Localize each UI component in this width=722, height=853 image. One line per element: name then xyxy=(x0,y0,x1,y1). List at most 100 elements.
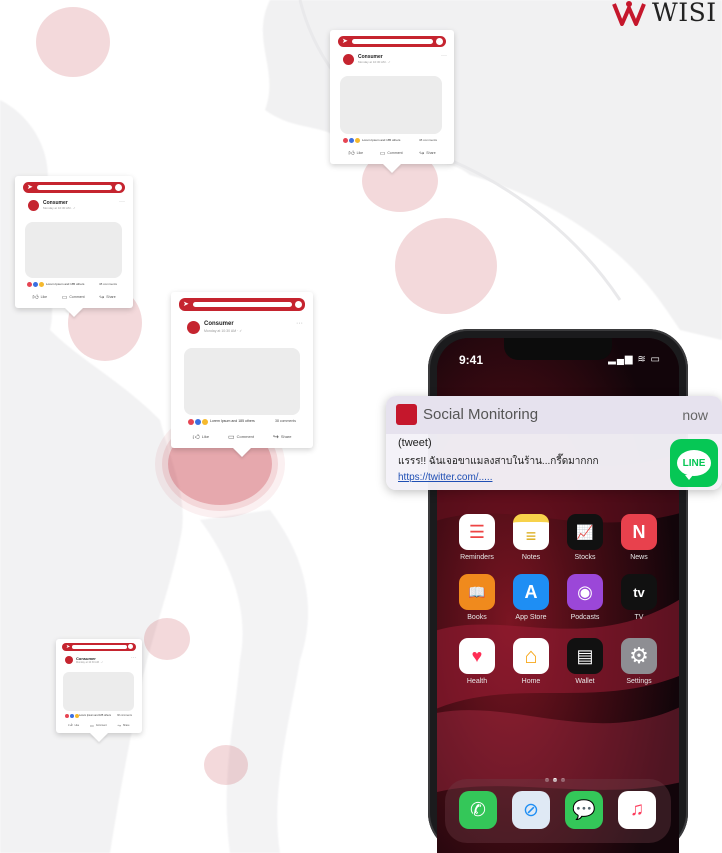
comment-icon: ▭ xyxy=(379,150,386,157)
news-icon: N xyxy=(621,514,657,550)
books-icon: 📖 xyxy=(459,574,495,610)
app-wallet[interactable]: ▤ Wallet xyxy=(565,638,605,685)
search-bar[interactable]: ➤ xyxy=(179,298,305,311)
search-bar[interactable]: ➤ xyxy=(338,36,446,47)
music-icon[interactable]: ♫ xyxy=(618,791,656,829)
send-icon: ➤ xyxy=(27,184,33,191)
phone-icon[interactable]: ✆ xyxy=(459,791,497,829)
avatar xyxy=(187,321,200,334)
send-icon: ➤ xyxy=(183,301,189,308)
status-time: 9:41 xyxy=(459,353,484,367)
app-podcasts[interactable]: ◉ Podcasts xyxy=(565,574,605,621)
reaction-icons xyxy=(343,138,361,143)
post-actions: 👍︎ Like ▭ Comment ↪ Share xyxy=(183,432,301,442)
brand-mark-icon xyxy=(612,1,646,26)
comment-button[interactable]: ▭ Comment xyxy=(62,293,85,301)
like-icon: 👍︎ xyxy=(32,295,39,301)
share-button[interactable]: ↪ Share xyxy=(273,432,292,441)
status-icons: ▂▄▆ ≋ ▭ xyxy=(608,354,661,365)
safari-icon[interactable]: ⊘ xyxy=(512,791,550,829)
post-time: Monday at 10:30 AM · ✓ xyxy=(43,206,76,210)
reaction-icons xyxy=(188,419,209,425)
settings-icon: ⚙ xyxy=(621,638,657,674)
comment-icon: ▭ xyxy=(61,294,68,301)
avatar xyxy=(65,656,73,664)
notification-time: now xyxy=(682,407,708,423)
phone-notch xyxy=(504,338,612,360)
post-time: Monday at 10:30 AM · ✓ xyxy=(204,329,243,333)
social-post-card[interactable]: ➤ Consumer Monday at 10:30 AM · ✓ ··· Lo… xyxy=(15,176,133,308)
stocks-icon: 📈 xyxy=(567,514,603,550)
post-actions: 👍︎ Like ▭ Comment ↪ Share xyxy=(63,722,135,728)
post-actions: 👍︎ Like ▭ Comment ↪ Share xyxy=(25,293,123,302)
reaction-summary: Lorem Ipsum and 185 others xyxy=(362,138,401,142)
more-icon[interactable]: ··· xyxy=(131,655,136,661)
like-button[interactable]: 👍︎ Like xyxy=(348,149,363,157)
notification-link[interactable]: https://twitter.com/..... xyxy=(398,472,492,483)
post-media-placeholder xyxy=(184,348,300,415)
post-actions: 👍︎ Like ▭ Comment ↪ Share xyxy=(340,149,444,158)
comment-count[interactable]: 38 comments xyxy=(275,419,296,423)
like-button[interactable]: 👍︎ Like xyxy=(32,293,47,301)
app-notes[interactable]: ≡ Notes xyxy=(511,514,551,561)
social-monitoring-app-icon xyxy=(396,404,417,425)
app-app-store[interactable]: A App Store xyxy=(511,574,551,621)
avatar xyxy=(28,200,39,211)
like-icon: 👍︎ xyxy=(68,722,73,727)
search-bar[interactable]: ➤ xyxy=(62,643,136,651)
app-tv[interactable]: tv TV xyxy=(619,574,659,621)
search-bar[interactable]: ➤ xyxy=(23,182,125,193)
notes-icon: ≡ xyxy=(513,514,549,550)
brand-name: WISI xyxy=(652,0,717,27)
app-stocks[interactable]: 📈 Stocks xyxy=(565,514,605,561)
like-icon: 👍︎ xyxy=(192,434,200,441)
hotspot-circle xyxy=(395,218,497,314)
avatar xyxy=(343,54,354,65)
comment-button[interactable]: ▭ Comment xyxy=(380,149,403,157)
tv-icon: tv xyxy=(621,574,657,610)
reaction-icons xyxy=(65,714,80,718)
reaction-summary: Lorem Ipsum and 185 others xyxy=(210,419,255,423)
reaction-summary: Lorem Ipsum and 185 others xyxy=(79,714,111,717)
post-media-placeholder xyxy=(340,76,442,134)
post-time: Monday at 10:30 AM · ✓ xyxy=(358,60,391,64)
notification-source-tag: (tweet) xyxy=(398,437,432,449)
brand-logo: WISI xyxy=(612,0,717,26)
like-button[interactable]: 👍︎ Like xyxy=(68,722,79,728)
social-post-card[interactable]: ➤ Consumer Monday at 10:30 AM · ✓ ··· Lo… xyxy=(330,30,454,164)
more-icon[interactable]: ··· xyxy=(296,320,303,327)
reaction-icons xyxy=(27,282,45,287)
share-icon: ↪ xyxy=(117,722,121,728)
share-button[interactable]: ↪ Share xyxy=(118,722,130,728)
app-books[interactable]: 📖 Books xyxy=(457,574,497,621)
more-icon[interactable]: ··· xyxy=(441,53,447,59)
comment-button[interactable]: ▭ Comment xyxy=(90,722,107,728)
app-home[interactable]: ⌂ Home xyxy=(511,638,551,685)
share-icon: ↪ xyxy=(419,150,425,157)
comment-count[interactable]: 38 comments xyxy=(117,714,132,717)
social-post-card[interactable]: ➤ Consumer Monday at 10:30 AM · ✓ ··· Lo… xyxy=(171,292,313,448)
app-reminders[interactable]: ☰ Reminders xyxy=(457,514,497,561)
home-icon: ⌂ xyxy=(513,638,549,674)
hotspot-circle xyxy=(36,7,110,77)
comment-count[interactable]: 38 comments xyxy=(99,282,117,286)
share-button[interactable]: ↪ Share xyxy=(99,293,115,301)
podcasts-icon: ◉ xyxy=(567,574,603,610)
notification-message: แรรร!! ฉันเจอขาแมลงสาบในร้าน...กรี๊ดมากก… xyxy=(398,456,599,467)
line-app-icon[interactable]: LINE xyxy=(670,439,718,487)
comment-count[interactable]: 38 comments xyxy=(419,138,437,142)
share-button[interactable]: ↪ Share xyxy=(419,149,435,157)
comment-icon: ▭ xyxy=(228,433,235,441)
social-post-card[interactable]: ➤ Consumer Monday at 10:30 AM · ✓ ··· Lo… xyxy=(56,639,142,733)
app-news[interactable]: N News xyxy=(619,514,659,561)
like-button[interactable]: 👍︎ Like xyxy=(192,432,209,441)
app-health[interactable]: ♥ Health xyxy=(457,638,497,685)
notification-banner[interactable]: Social Monitoring now (tweet) แรรร!! ฉัน… xyxy=(386,396,722,490)
messages-icon[interactable]: 💬 xyxy=(565,791,603,829)
send-icon: ➤ xyxy=(342,38,348,45)
comment-button[interactable]: ▭ Comment xyxy=(228,432,254,441)
share-icon: ↪ xyxy=(99,294,105,301)
hotspot-circle xyxy=(144,618,190,660)
app-settings[interactable]: ⚙ Settings xyxy=(619,638,659,685)
more-icon[interactable]: ··· xyxy=(119,199,125,205)
